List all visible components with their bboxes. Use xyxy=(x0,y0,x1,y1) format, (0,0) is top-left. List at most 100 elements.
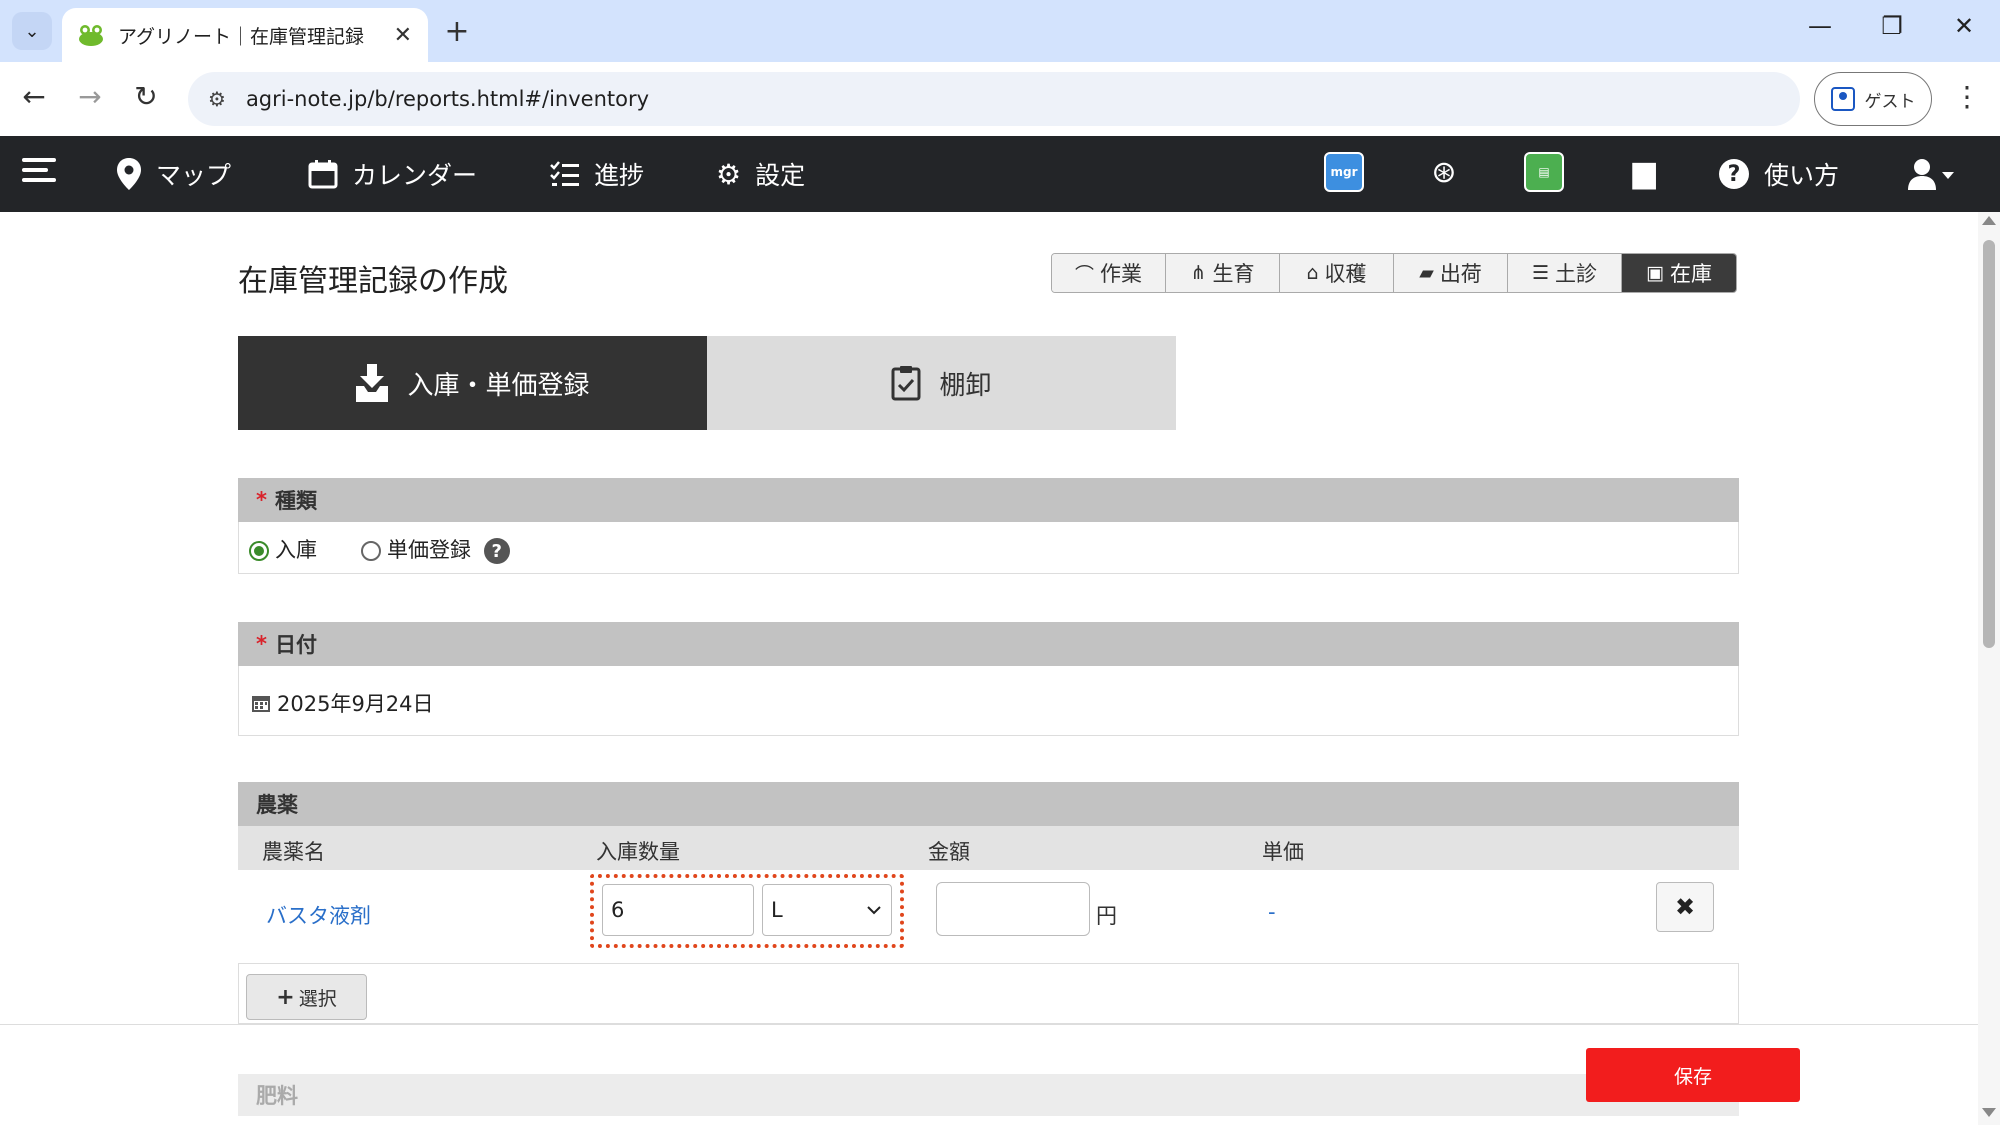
highlight-annotation xyxy=(590,874,904,948)
clipboard-check-icon xyxy=(891,366,921,401)
url-text: agri-note.jp/b/reports.html#/inventory xyxy=(245,87,650,111)
record-type-label: 収穫 xyxy=(1324,262,1367,286)
col-pesticide-name: 農薬名 xyxy=(262,840,325,864)
task-list-icon xyxy=(550,161,579,186)
nav-progress-label: 進捗 xyxy=(594,161,645,190)
record-type-label: 土診 xyxy=(1555,262,1598,286)
gear-icon: ⚙ xyxy=(716,157,742,191)
browser-tab[interactable]: アグリノート｜在庫管理記録 ✕ xyxy=(62,8,428,62)
select-pesticide-button[interactable]: + 選択 xyxy=(246,974,367,1020)
mgr-app-icon[interactable]: mgr xyxy=(1324,152,1364,192)
address-bar[interactable]: ⚙ agri-note.jp/b/reports.html#/inventory xyxy=(188,72,1800,126)
work-icon: ⌒ xyxy=(1074,263,1094,286)
scroll-up-arrow-icon[interactable] xyxy=(1982,216,1996,225)
fertilizer-heading-label: 肥料 xyxy=(256,1084,298,1108)
scroll-thumb[interactable] xyxy=(1983,240,1995,648)
nav-settings[interactable]: ⚙ 設定 xyxy=(716,136,805,212)
delete-row-button[interactable]: ✖ xyxy=(1656,882,1714,932)
user-menu[interactable] xyxy=(1908,136,1956,212)
date-heading-label: 日付 xyxy=(274,633,317,657)
save-button[interactable]: 保存 xyxy=(1586,1048,1800,1102)
profile-guest-button[interactable]: ゲスト xyxy=(1814,72,1932,126)
browser-toolbar: ← → ↻ ⚙ agri-note.jp/b/reports.html#/inv… xyxy=(0,62,2000,136)
help-icon[interactable]: ? xyxy=(483,538,510,564)
record-type-growth[interactable]: ⋔ 生育 xyxy=(1166,254,1280,292)
reload-button[interactable]: ↻ xyxy=(126,80,166,113)
warehouse-icon: ▣ xyxy=(1646,262,1664,284)
record-type-inventory[interactable]: ▣ 在庫 xyxy=(1622,254,1736,292)
radio-stock-in-label: 入庫 xyxy=(275,538,317,562)
tab-inventory-count[interactable]: 棚卸 xyxy=(707,336,1176,430)
record-type-label: 在庫 xyxy=(1669,262,1712,286)
minimize-button[interactable]: — xyxy=(1800,12,1840,40)
col-unit-price: 単価 xyxy=(1262,840,1304,864)
record-type-soil[interactable]: ☰ 土診 xyxy=(1508,254,1622,292)
amount-input[interactable] xyxy=(936,882,1090,936)
browser-menu-icon[interactable]: ⋮ xyxy=(1952,80,1982,113)
radio-stock-in-indicator[interactable] xyxy=(249,541,269,561)
page-scrollbar[interactable] xyxy=(1978,212,2000,1125)
pesticide-section-heading: 農薬 xyxy=(238,782,1739,826)
basket-icon: ⌂ xyxy=(1306,262,1319,284)
pesticide-name-link[interactable]: バスタ液剤 xyxy=(266,900,371,930)
map-pin-icon xyxy=(117,158,141,190)
calendar-icon xyxy=(252,696,270,712)
required-mark: * xyxy=(256,632,267,656)
record-type-harvest[interactable]: ⌂ 収穫 xyxy=(1280,254,1394,292)
fertilizer-section-heading: 肥料 xyxy=(238,1074,1739,1116)
mgr-label: mgr xyxy=(1330,165,1358,179)
tab-close-icon[interactable]: ✕ xyxy=(394,23,412,48)
grass-icon: ⋔ xyxy=(1190,262,1207,284)
pesticide-guide-icon[interactable]: ▤ xyxy=(1524,152,1564,192)
site-info-icon[interactable]: ⚙ xyxy=(208,87,226,111)
record-type-label: 作業 xyxy=(1100,262,1142,286)
tab-stock-in-label: 入庫・単価登録 xyxy=(407,370,590,401)
forward-button[interactable]: → xyxy=(70,80,110,113)
restore-button[interactable]: ❐ xyxy=(1872,12,1912,40)
nav-help-label: 使い方 xyxy=(1764,161,1840,190)
tab-search-button[interactable]: ⌄ xyxy=(12,12,52,50)
col-amount: 金額 xyxy=(928,840,970,864)
nav-calendar[interactable]: カレンダー xyxy=(308,136,477,212)
date-picker[interactable]: 2025年9月24日 xyxy=(251,688,434,718)
type-heading-label: 種類 xyxy=(274,489,317,513)
messages-icon[interactable]: ▆ xyxy=(1624,152,1664,192)
profile-icon xyxy=(1830,87,1855,111)
type-section-body: 入庫 単価登録 ? xyxy=(238,522,1739,574)
record-type-shipping[interactable]: ▰ 出荷 xyxy=(1394,254,1508,292)
pesticide-heading-label: 農薬 xyxy=(256,793,298,817)
record-type-work[interactable]: ⌒ 作業 xyxy=(1052,254,1166,292)
date-section-body: 2025年9月24日 xyxy=(238,666,1739,736)
browser-tabstrip: ⌄ アグリノート｜在庫管理記録 ✕ + — ❐ ✕ xyxy=(0,0,2000,62)
radio-unit-price-indicator[interactable] xyxy=(361,541,381,561)
tab-inventory-label: 棚卸 xyxy=(939,370,992,401)
new-tab-button[interactable]: + xyxy=(440,14,474,49)
select-label: 選択 xyxy=(298,987,337,1010)
record-type-label: 生育 xyxy=(1212,262,1255,286)
app-navbar: マップ カレンダー 進捗 ⚙ 設定 mgr ⊛ ▤ ▆ ? 使い方 xyxy=(0,136,2000,212)
type-section-heading: * 種類 xyxy=(238,478,1739,522)
tab-stock-in[interactable]: 入庫・単価登録 xyxy=(238,336,707,430)
pesticide-section-footer xyxy=(238,964,1739,1024)
radio-stock-in[interactable]: 入庫 xyxy=(249,534,317,564)
nav-map-label: マップ xyxy=(156,161,232,190)
nav-progress[interactable]: 進捗 xyxy=(550,136,644,212)
radio-unit-price[interactable]: 単価登録 ? xyxy=(361,534,510,564)
menu-toggle-icon[interactable] xyxy=(22,158,56,190)
truck-icon: ▰ xyxy=(1419,262,1434,284)
unit-price-value: - xyxy=(1268,900,1276,924)
tab-title: アグリノート｜在庫管理記録 xyxy=(118,25,365,48)
nav-help[interactable]: ? 使い方 xyxy=(1718,136,1839,212)
record-type-switch: ⌒ 作業 ⋔ 生育 ⌂ 収穫 ▰ 出荷 ☰ 土診 ▣ 在庫 xyxy=(1051,253,1737,293)
radio-unit-price-label: 単価登録 xyxy=(387,538,471,562)
guest-label: ゲスト xyxy=(1864,91,1916,112)
currency-label: 円 xyxy=(1096,904,1117,928)
back-button[interactable]: ← xyxy=(14,80,54,113)
scroll-down-arrow-icon[interactable] xyxy=(1982,1108,1996,1117)
close-window-button[interactable]: ✕ xyxy=(1944,12,1984,40)
table-row: バスタ液剤 6 L 円 - ✖ xyxy=(238,870,1739,964)
rice-app-icon[interactable]: ⊛ xyxy=(1424,152,1464,192)
frog-favicon-icon xyxy=(79,25,103,46)
sliders-icon: ☰ xyxy=(1531,262,1550,284)
nav-map[interactable]: マップ xyxy=(116,136,231,212)
